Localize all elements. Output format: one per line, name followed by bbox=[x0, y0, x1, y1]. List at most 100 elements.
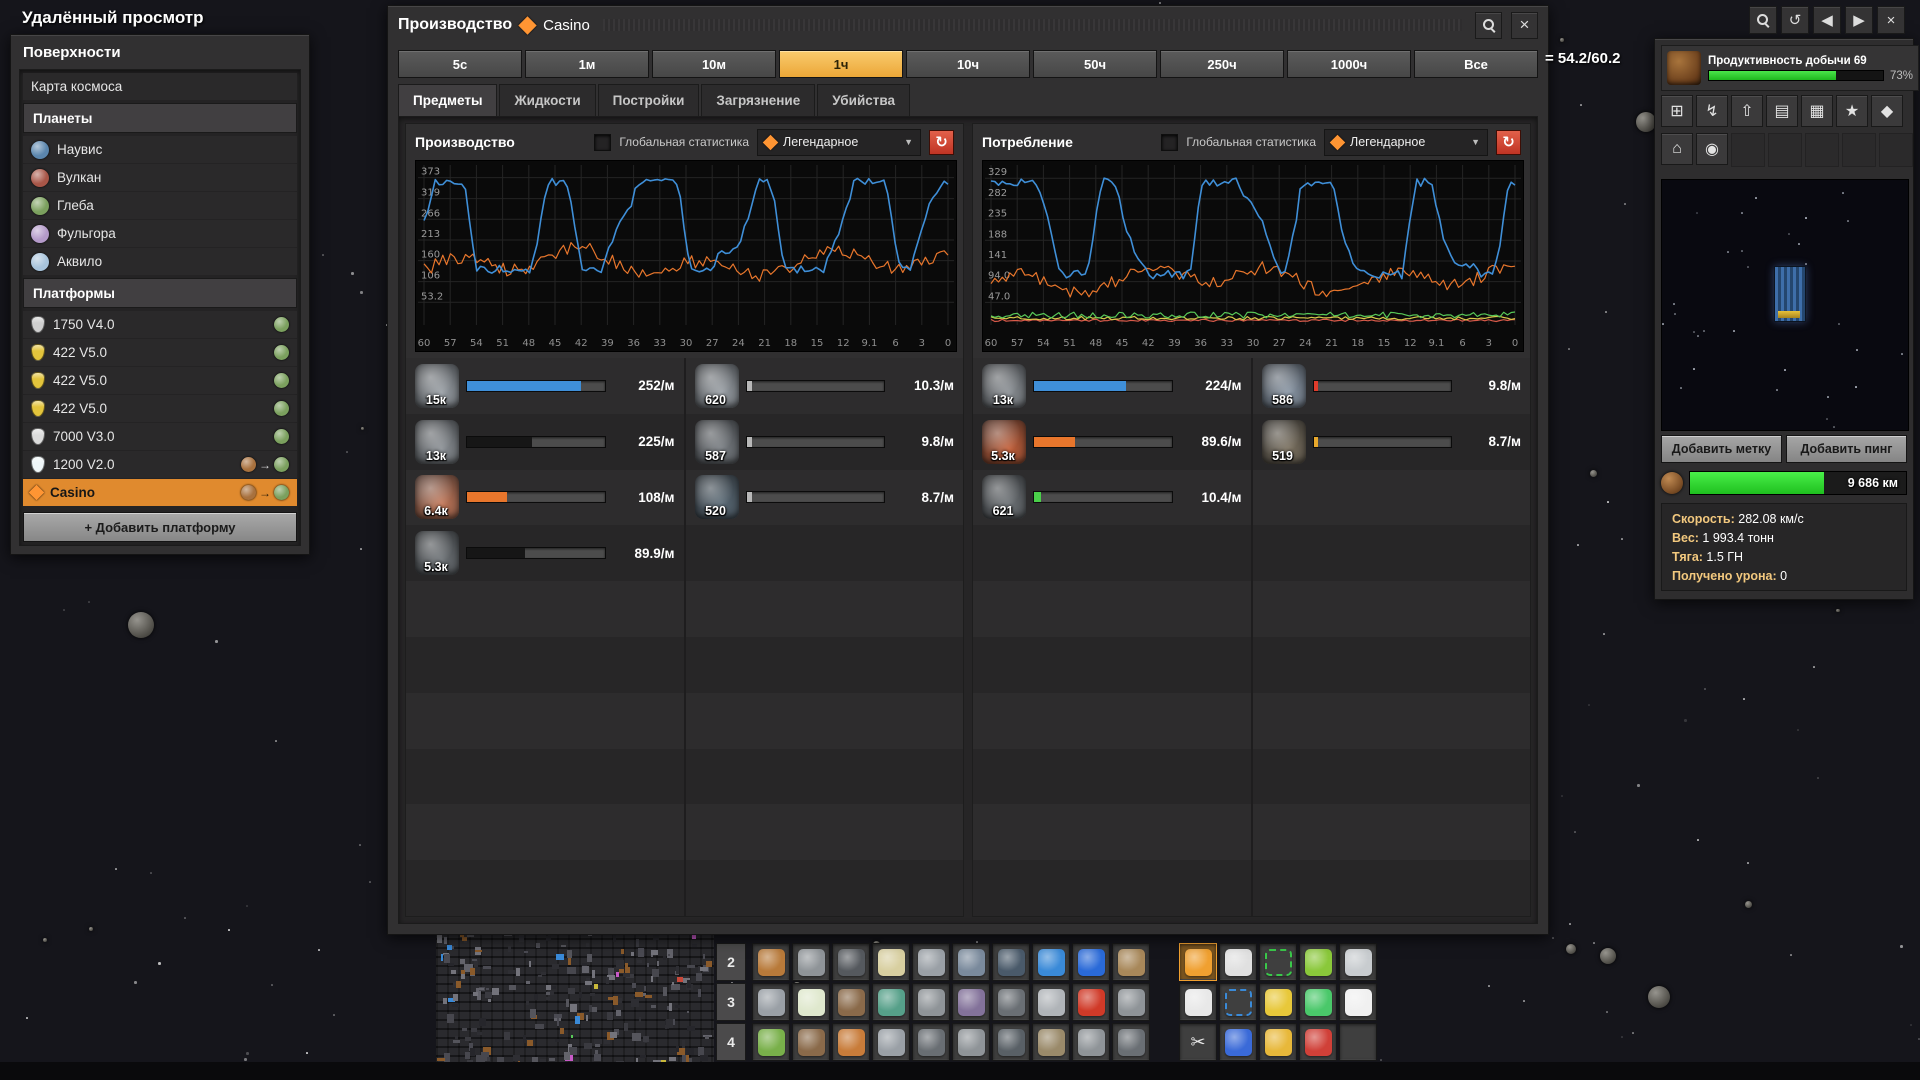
utility-slot[interactable] bbox=[1259, 943, 1297, 981]
item-row[interactable]: 13к225/м bbox=[406, 414, 684, 470]
quickbar-row-button[interactable]: 4 bbox=[716, 1023, 746, 1061]
hotbar-slot[interactable] bbox=[832, 1023, 870, 1061]
hotbar-slot[interactable] bbox=[752, 983, 790, 1021]
utility-slot[interactable] bbox=[1179, 983, 1217, 1021]
hotbar-slot[interactable] bbox=[952, 983, 990, 1021]
window-search-button[interactable] bbox=[1475, 12, 1502, 39]
hotbar-slot[interactable] bbox=[1112, 983, 1150, 1021]
add-ping-button[interactable]: Добавить пинг bbox=[1786, 435, 1907, 463]
window-tab[interactable]: Постройки bbox=[598, 84, 700, 116]
surface-item-platform[interactable]: 422 V5.0 bbox=[23, 367, 297, 394]
utility-slot[interactable] bbox=[1219, 1023, 1257, 1061]
utility-slot[interactable] bbox=[1219, 943, 1257, 981]
hotbar-slot[interactable] bbox=[952, 1023, 990, 1061]
utility-slot[interactable]: ✂ bbox=[1179, 1023, 1217, 1061]
hotbar-slot[interactable] bbox=[872, 1023, 910, 1061]
hotbar-slot[interactable] bbox=[1032, 943, 1070, 981]
utility-slot[interactable] bbox=[1219, 983, 1257, 1021]
surface-item-planet[interactable]: Глеба bbox=[23, 192, 297, 219]
quickbar-row-button[interactable]: 2 bbox=[716, 943, 746, 981]
trains-overview-button[interactable]: ▦ bbox=[1801, 95, 1833, 127]
time-range-button[interactable]: 50ч bbox=[1033, 50, 1157, 78]
add-tag-button[interactable]: Добавить метку bbox=[1661, 435, 1782, 463]
item-row[interactable]: 6.4к108/м bbox=[406, 470, 684, 526]
hotbar-slot[interactable] bbox=[1112, 943, 1150, 981]
camera-button[interactable]: ◉ bbox=[1696, 133, 1728, 165]
close-button[interactable]: × bbox=[1877, 6, 1905, 34]
utility-slot[interactable] bbox=[1339, 943, 1377, 981]
surface-item-planet[interactable]: Вулкан bbox=[23, 164, 297, 191]
research-progress[interactable]: Продуктивность добычи 69 73% bbox=[1661, 45, 1919, 91]
drag-handle[interactable] bbox=[603, 19, 1462, 31]
surface-item-planet[interactable]: Аквило bbox=[23, 248, 297, 275]
refresh-button[interactable]: ↻ bbox=[1496, 130, 1521, 155]
hotbar-slot[interactable] bbox=[952, 943, 990, 981]
hotbar-slot[interactable] bbox=[1032, 1023, 1070, 1061]
search-button[interactable] bbox=[1749, 6, 1777, 34]
quality-filter-dropdown[interactable]: Легендарное ▼ bbox=[1324, 129, 1488, 156]
hotbar-slot[interactable] bbox=[912, 983, 950, 1021]
minimap[interactable] bbox=[1661, 179, 1909, 431]
time-range-button[interactable]: 1000ч bbox=[1287, 50, 1411, 78]
utility-slot[interactable] bbox=[1259, 1023, 1297, 1061]
hotbar-slot[interactable] bbox=[1072, 1023, 1110, 1061]
time-range-button[interactable]: 10м bbox=[652, 50, 776, 78]
utility-slot[interactable] bbox=[1299, 983, 1337, 1021]
item-row[interactable]: 15к252/м bbox=[406, 358, 684, 414]
utility-slot[interactable] bbox=[1339, 983, 1377, 1021]
window-tab[interactable]: Загрязнение bbox=[701, 84, 815, 116]
item-row[interactable]: 5879.8/м bbox=[686, 414, 964, 470]
utility-slot[interactable] bbox=[1179, 943, 1217, 981]
hotbar-slot[interactable] bbox=[832, 983, 870, 1021]
hotbar-slot[interactable] bbox=[872, 983, 910, 1021]
item-row[interactable]: 5198.7/м bbox=[1253, 414, 1531, 470]
next-surface-button[interactable]: ▶ bbox=[1845, 6, 1873, 34]
tips-and-tricks-button[interactable]: ▤ bbox=[1766, 95, 1798, 127]
bonuses-button[interactable]: ↯ bbox=[1696, 95, 1728, 127]
hotbar-slot[interactable] bbox=[912, 943, 950, 981]
item-row[interactable]: 62110.4/м bbox=[973, 470, 1251, 526]
surface-item-platform[interactable]: 7000 V3.0 bbox=[23, 423, 297, 450]
hotbar-slot[interactable] bbox=[992, 943, 1030, 981]
item-row[interactable]: 13к224/м bbox=[973, 358, 1251, 414]
item-row[interactable]: 62010.3/м bbox=[686, 358, 964, 414]
time-range-button[interactable]: 1ч bbox=[779, 50, 903, 78]
factory-view[interactable] bbox=[436, 928, 714, 1075]
blueprint-library-button[interactable]: ⊞ bbox=[1661, 95, 1693, 127]
item-row[interactable]: 5869.8/м bbox=[1253, 358, 1531, 414]
surface-item-platform[interactable]: 422 V5.0 bbox=[23, 339, 297, 366]
quality-filter-dropdown[interactable]: Легендарное ▼ bbox=[757, 129, 921, 156]
window-close-button[interactable]: × bbox=[1511, 12, 1538, 39]
utility-slot[interactable] bbox=[1299, 943, 1337, 981]
logistic-networks-button[interactable]: ⇧ bbox=[1731, 95, 1763, 127]
surface-item-planet[interactable]: Наувис bbox=[23, 136, 297, 163]
hotbar-slot[interactable] bbox=[792, 1023, 830, 1061]
surface-item-platform[interactable]: 422 V5.0 bbox=[23, 395, 297, 422]
hotbar-slot[interactable] bbox=[1072, 943, 1110, 981]
time-range-button[interactable]: 10ч bbox=[906, 50, 1030, 78]
global-stats-checkbox[interactable] bbox=[1161, 134, 1178, 151]
hotbar-slot[interactable] bbox=[872, 943, 910, 981]
production-statistics-button[interactable]: ◆ bbox=[1871, 95, 1903, 127]
window-tab[interactable]: Предметы bbox=[398, 84, 497, 116]
hotbar-slot[interactable] bbox=[912, 1023, 950, 1061]
refresh-button[interactable]: ↻ bbox=[929, 130, 954, 155]
hotbar-slot[interactable] bbox=[992, 983, 1030, 1021]
prev-surface-button[interactable]: ◀ bbox=[1813, 6, 1841, 34]
hotbar-slot[interactable] bbox=[1072, 983, 1110, 1021]
hotbar-slot[interactable] bbox=[792, 983, 830, 1021]
surface-item-space-map[interactable]: Карта космоса bbox=[23, 73, 297, 100]
reset-view-button[interactable]: ↺ bbox=[1781, 6, 1809, 34]
add-platform-button[interactable]: + Добавить платформу bbox=[23, 512, 297, 542]
item-row[interactable]: 5.3к89.6/м bbox=[973, 414, 1251, 470]
hotbar-slot[interactable] bbox=[992, 1023, 1030, 1061]
hotbar-slot[interactable] bbox=[752, 1023, 790, 1061]
surface-item-planet[interactable]: Фульгора bbox=[23, 220, 297, 247]
time-range-button[interactable]: 1м bbox=[525, 50, 649, 78]
surface-item-platform[interactable]: 1200 V2.0→ bbox=[23, 451, 297, 478]
quickbar-row-button[interactable]: 3 bbox=[716, 983, 746, 1021]
utility-slot[interactable] bbox=[1259, 983, 1297, 1021]
time-range-button[interactable]: 250ч bbox=[1160, 50, 1284, 78]
item-row[interactable]: 5.3к89.9/м bbox=[406, 525, 684, 581]
window-tab[interactable]: Убийства bbox=[817, 84, 910, 116]
